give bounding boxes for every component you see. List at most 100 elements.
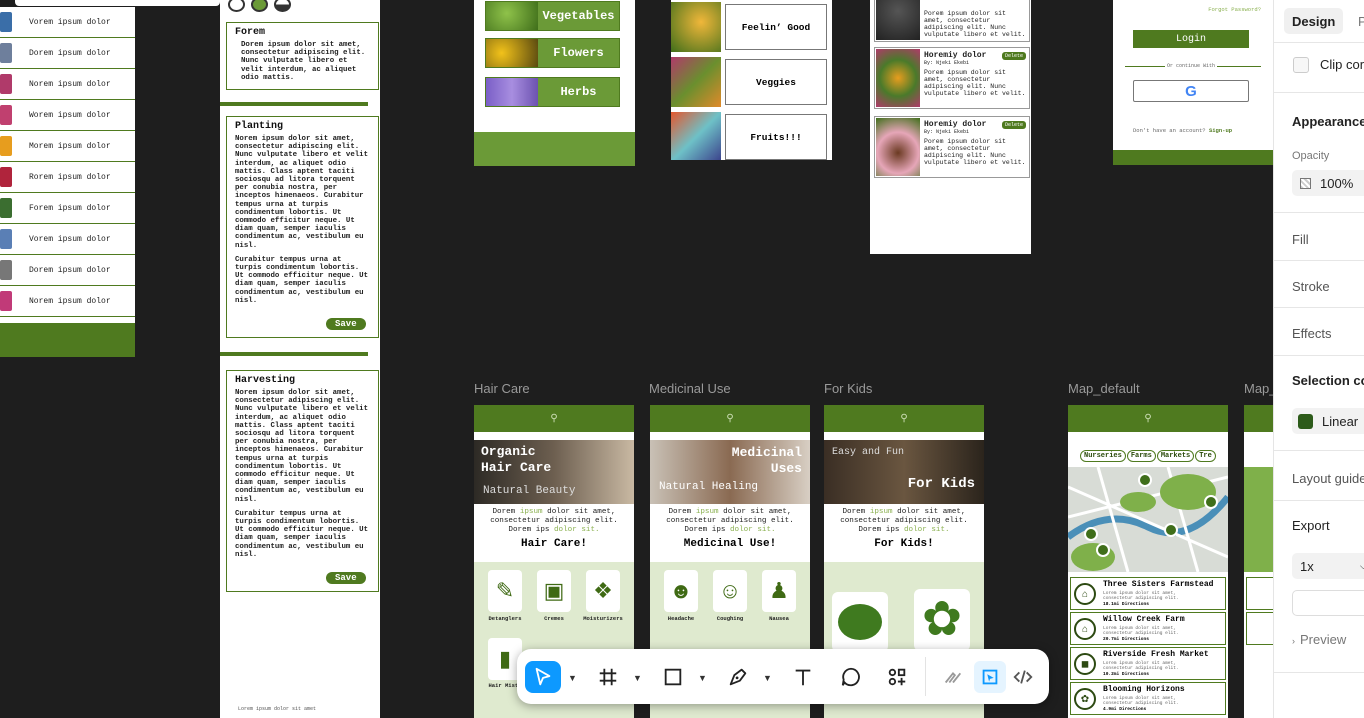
place-distance[interactable]: 4.9mi Directions [1103, 707, 1146, 712]
list-item[interactable]: Worem ipsum dolor [0, 100, 135, 131]
search-icon[interactable]: ⚲ [900, 413, 907, 424]
chevron-down-icon[interactable]: ▼ [763, 673, 772, 683]
list-item[interactable]: Forem ipsum dolor [0, 193, 135, 224]
shape-tool-button[interactable] [659, 661, 687, 693]
moisturizers-tile[interactable]: ❖ [586, 570, 620, 612]
clip-content-checkbox[interactable] [1293, 57, 1309, 73]
place-distance[interactable]: 20.7mi Directions [1103, 637, 1149, 642]
post-card[interactable]: Horemiy dolor By: Njeki Ekebi Porem ipsu… [874, 116, 1030, 178]
actions-tool-button[interactable] [883, 661, 911, 693]
search-icon[interactable]: ⚲ [726, 413, 733, 424]
headache-tile[interactable]: ☻ [664, 570, 698, 612]
mood-fruits[interactable]: Fruits!!! [671, 112, 831, 160]
tab-design[interactable]: Design [1284, 8, 1344, 34]
post-card[interactable]: Porem ipsum dolor sit amet, consectetur … [874, 0, 1030, 42]
map-screen[interactable]: ⚲ Nurseries Farms Markets Tre ⌂ Three Siste… [1068, 405, 1228, 718]
chevron-down-icon[interactable]: ▼ [568, 673, 577, 683]
chip-nurseries[interactable]: Nurseries [1080, 450, 1126, 462]
dev-mode-button[interactable] [1009, 661, 1037, 693]
mood-veggies[interactable]: Veggies [671, 57, 831, 107]
article-frame[interactable]: Forem Dorem ipsum dolor sit amet, consec… [220, 0, 380, 718]
category-herbs[interactable]: Herbs [485, 77, 620, 107]
detanglers-tile[interactable]: ✎ [488, 570, 522, 612]
delete-button[interactable]: Delete [1001, 121, 1026, 129]
text-tool-button[interactable] [789, 661, 817, 693]
category-flowers[interactable]: Flowers [485, 38, 620, 68]
place-card[interactable]: ◼ Riverside Fresh Market Lorem ipsum dol… [1070, 647, 1226, 680]
move-tool-button[interactable] [525, 661, 561, 693]
flower-tile[interactable]: ✿ [914, 589, 970, 651]
login-button[interactable]: Login [1133, 30, 1249, 48]
chip-trees[interactable]: Tre [1195, 450, 1216, 462]
place-card[interactable]: ✿ Blooming Horizons Lorem ipsum dolor si… [1070, 682, 1226, 715]
design-mode-button[interactable] [974, 661, 1006, 693]
opacity-input[interactable]: 100% [1292, 170, 1364, 196]
signup-link[interactable]: Sign-up [1209, 127, 1232, 134]
category-frame[interactable]: Vegetables Flowers Herbs [474, 0, 635, 166]
mood-feelin-good[interactable]: Feelin’ Good [671, 2, 831, 52]
map-view[interactable] [1068, 467, 1228, 572]
pen-tool-button[interactable] [724, 661, 752, 693]
save-button[interactable]: Save [326, 318, 366, 330]
list-item[interactable]: Dorem ipsum dolor [0, 38, 135, 69]
stroke-heading[interactable]: Stroke [1292, 279, 1330, 294]
map-pin-icon[interactable] [1096, 543, 1110, 557]
panel-divider [1274, 260, 1364, 261]
list-item[interactable]: Vorem ipsum dolor [0, 224, 135, 255]
forgot-password-link[interactable]: Forgot Password? [1208, 6, 1261, 13]
list-item[interactable]: Rorem ipsum dolor [0, 162, 135, 193]
chip-markets[interactable]: Markets [1156, 450, 1195, 462]
chip-farms[interactable]: Farms [1126, 450, 1156, 462]
tomato-tile[interactable] [832, 592, 888, 652]
save-button[interactable]: Save [326, 572, 366, 584]
map-pin-icon[interactable] [1138, 473, 1152, 487]
plant-list-frame[interactable]: Vorem ipsum dolor Dorem ipsum dolor Norem … [0, 7, 135, 357]
selection-color-swatch[interactable]: Linear [1292, 408, 1364, 434]
post-card[interactable]: Horemiy dolor By: Njeki Ekebi Porem ipsu… [874, 47, 1030, 109]
tab-prototype[interactable]: P [1350, 8, 1364, 34]
frame-label-map[interactable]: Map_default [1068, 381, 1140, 396]
cremes-tile[interactable]: ▣ [537, 570, 571, 612]
place-card[interactable]: ⌂ Willow Creek Farm Lorem ipsum dolor si… [1070, 612, 1226, 645]
figma-canvas[interactable]: Vorem ipsum dolor Dorem ipsum dolor Norem … [0, 0, 1364, 718]
search-icon[interactable]: ⚲ [1144, 413, 1151, 424]
fill-heading[interactable]: Fill [1292, 232, 1309, 247]
basket-icon: ◼ [1074, 653, 1096, 675]
draw-mode-button[interactable] [939, 661, 967, 693]
map-pin-icon[interactable] [1204, 495, 1218, 509]
list-item[interactable]: Vorem ipsum dolor [0, 7, 135, 38]
map-pin-icon[interactable] [1164, 523, 1178, 537]
frame-label-medicinal[interactable]: Medicinal Use [649, 381, 731, 396]
posts-frame[interactable]: Porem ipsum dolor sit amet, consectetur … [870, 0, 1031, 254]
mood-frame[interactable]: Feelin’ Good Veggies Fruits!!! [671, 0, 832, 160]
frame-label-kids[interactable]: For Kids [824, 381, 872, 396]
google-signin-button[interactable]: G [1133, 80, 1249, 102]
map-screen-2[interactable] [1244, 405, 1273, 718]
layout-guide-heading[interactable]: Layout guide [1292, 471, 1364, 486]
place-distance[interactable]: 10.2mi Directions [1103, 672, 1149, 677]
place-distance[interactable]: 18.1mi Directions [1103, 602, 1149, 607]
login-frame[interactable]: Forgot Password? Login Or continue With … [1113, 0, 1273, 165]
list-item[interactable]: Morem ipsum dolor [0, 131, 135, 162]
search-icon[interactable]: ⚲ [550, 413, 557, 424]
frame-tool-button[interactable] [594, 661, 622, 693]
chevron-down-icon[interactable]: ▼ [633, 673, 642, 683]
nausea-tile[interactable]: ♟ [762, 570, 796, 612]
preview-toggle[interactable]: › Preview [1292, 632, 1346, 647]
frame-label-map-2[interactable]: Map_ [1244, 381, 1277, 396]
delete-button[interactable]: Delete [1001, 52, 1026, 60]
coughing-tile[interactable]: ☺ [713, 570, 747, 612]
category-vegetables[interactable]: Vegetables [485, 1, 620, 31]
effects-heading[interactable]: Effects [1292, 326, 1332, 341]
frame-label-hair-care[interactable]: Hair Care [474, 381, 530, 396]
chevron-down-icon[interactable]: ▼ [698, 673, 707, 683]
herbs-image [486, 78, 538, 106]
list-item[interactable]: Norem ipsum dolor [0, 69, 135, 100]
export-button[interactable] [1292, 590, 1364, 616]
list-item[interactable]: Norem ipsum dolor [0, 286, 135, 317]
export-scale-select[interactable]: 1x ⌵ [1292, 553, 1364, 579]
list-item[interactable]: Dorem ipsum dolor [0, 255, 135, 286]
place-card[interactable]: ⌂ Three Sisters Farmstead Lorem ipsum do… [1070, 577, 1226, 610]
map-pin-icon[interactable] [1084, 527, 1098, 541]
comment-tool-button[interactable] [837, 661, 865, 693]
